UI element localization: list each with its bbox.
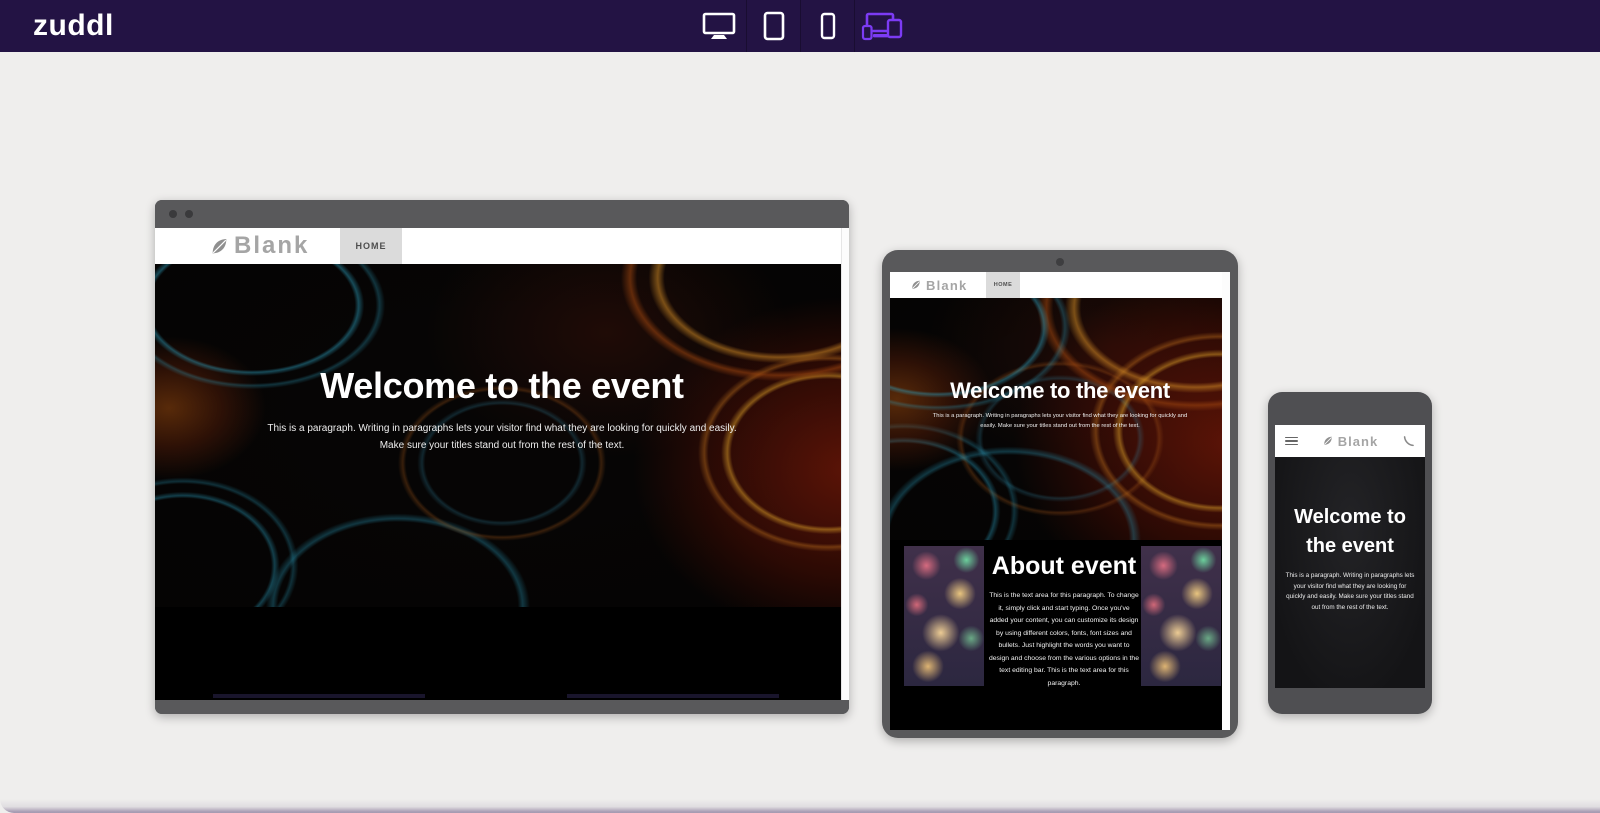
site-navbar: Blank HOME [890,272,1230,298]
hero-paragraph: This is a paragraph. Writing in paragrap… [932,413,1188,429]
about-photo-left [904,546,984,686]
about-text-block: About event This is the text area for th… [988,552,1140,691]
tablet-icon [763,11,784,41]
hero-paragraph: This is a paragraph. Writing in paragrap… [267,423,737,451]
tablet-preview-frame: Blank HOME Welcome to the event This is … [882,250,1238,738]
leaf-icon [912,280,920,289]
hero-text-block: Welcome to the event This is a paragraph… [928,378,1193,432]
hamburger-icon[interactable] [1285,436,1298,446]
nav-home-link[interactable]: HOME [340,228,402,264]
zuddl-logo: zuddl [33,9,114,42]
mobile-preview-frame: Blank Welcome to the event This is a par… [1268,392,1432,714]
mobile-preview-button[interactable] [800,0,854,52]
about-photo-right [1141,546,1221,686]
hero-section: Welcome to the event This is a paragraph… [155,264,849,607]
phone-handset-icon[interactable] [1402,435,1415,448]
tablet-preview-button[interactable] [746,0,800,52]
about-image-peek [567,694,779,698]
mobile-viewport: Blank Welcome to the event This is a par… [1275,425,1425,688]
site-logo-text: Blank [926,277,968,293]
hero-section: Welcome to the event This is a paragraph… [1275,457,1425,688]
site-logo-text: Blank [234,232,310,259]
panel-bottom-edge [0,799,1600,813]
tablet-viewport: Blank HOME Welcome to the event This is … [890,272,1230,730]
device-switcher [692,0,908,52]
site-logo[interactable]: Blank [1322,434,1378,449]
browser-titlebar [155,200,849,228]
about-title: About event [991,552,1137,580]
site-logo[interactable]: Blank [209,232,309,260]
smartphone-icon [820,12,835,40]
about-section: About event This is the text area for th… [890,540,1230,730]
about-paragraph: This is the text area for this paragraph… [988,592,1139,687]
desktop-preview-button[interactable] [692,0,746,52]
monitor-icon [702,12,736,39]
all-devices-preview-button[interactable] [854,0,908,52]
site-logo[interactable]: Blank [910,278,967,293]
hero-title: Welcome to the event [950,378,1170,404]
desktop-scrollbar[interactable] [841,228,849,700]
editor-canvas: zuddl Blank HOME Welcome to the event Th… [0,0,1600,813]
tablet-scrollbar[interactable] [1222,272,1230,730]
desktop-viewport: Blank HOME Welcome to the event This is … [155,228,849,700]
about-image-peek [213,694,425,698]
browser-dot [185,210,193,218]
desktop-preview-frame: Blank HOME Welcome to the event This is … [155,200,849,714]
responsive-devices-icon [861,12,902,41]
topbar: zuddl [0,0,1600,52]
hero-paragraph: This is a paragraph. Writing in paragrap… [1285,572,1415,612]
site-navbar: Blank HOME [155,228,849,264]
site-logo-text: Blank [1337,433,1379,449]
camera-dot [1056,258,1064,266]
browser-dot [169,210,177,218]
site-navbar: Blank [1275,425,1425,457]
leaf-icon [1323,436,1332,445]
hero-section: Welcome to the event This is a paragraph… [890,298,1230,540]
hero-text-block: Welcome to the event This is a paragraph… [267,365,737,454]
browser-bottombar [155,700,849,714]
hero-title: Welcome to the event [320,365,684,406]
hero-title: Welcome to the event [1294,506,1406,557]
leaf-icon [212,238,227,253]
nav-home-link[interactable]: HOME [986,272,1020,298]
next-section-fold [155,607,849,700]
